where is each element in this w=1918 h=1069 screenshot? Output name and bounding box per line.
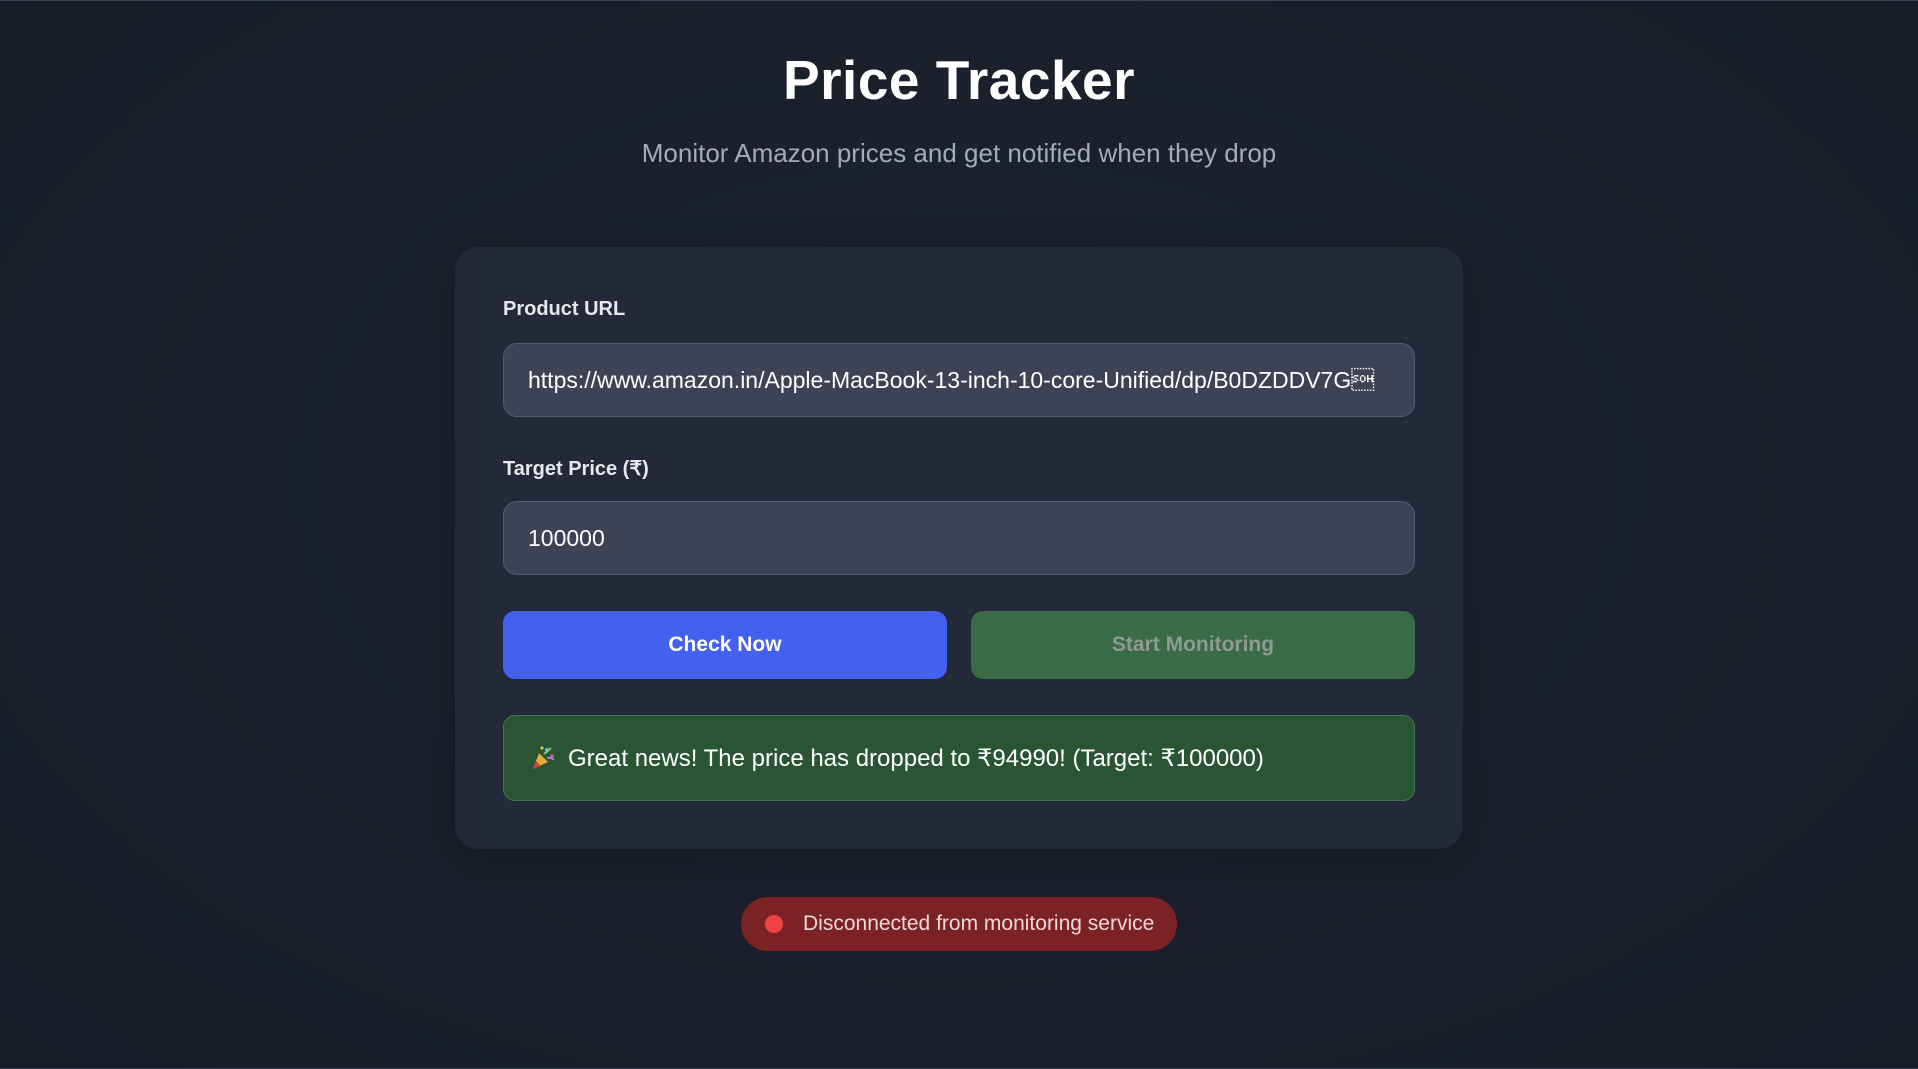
status-dot-icon <box>765 915 783 933</box>
target-price-input[interactable] <box>503 501 1415 575</box>
price-drop-alert: Great news! The price has dropped to ₹94… <box>503 715 1415 801</box>
price-drop-message: Great news! The price has dropped to ₹94… <box>568 744 1264 772</box>
connection-status-badge: Disconnected from monitoring service <box>741 897 1177 951</box>
top-border <box>0 0 1918 1</box>
connection-status-text: Disconnected from monitoring service <box>803 912 1155 935</box>
check-now-button[interactable]: Check Now <box>503 611 947 679</box>
tracker-card: Product URL Target Price (₹) Check Now S… <box>455 247 1463 849</box>
page-subtitle: Monitor Amazon prices and get notified w… <box>641 138 1277 168</box>
product-url-label: Product URL <box>503 298 626 320</box>
party-popper-icon <box>530 745 556 771</box>
target-price-label: Target Price (₹) <box>503 458 649 480</box>
start-monitoring-button[interactable]: Start Monitoring <box>971 611 1415 679</box>
product-url-input[interactable] <box>503 343 1415 417</box>
page-title: Price Tracker <box>782 49 1136 111</box>
